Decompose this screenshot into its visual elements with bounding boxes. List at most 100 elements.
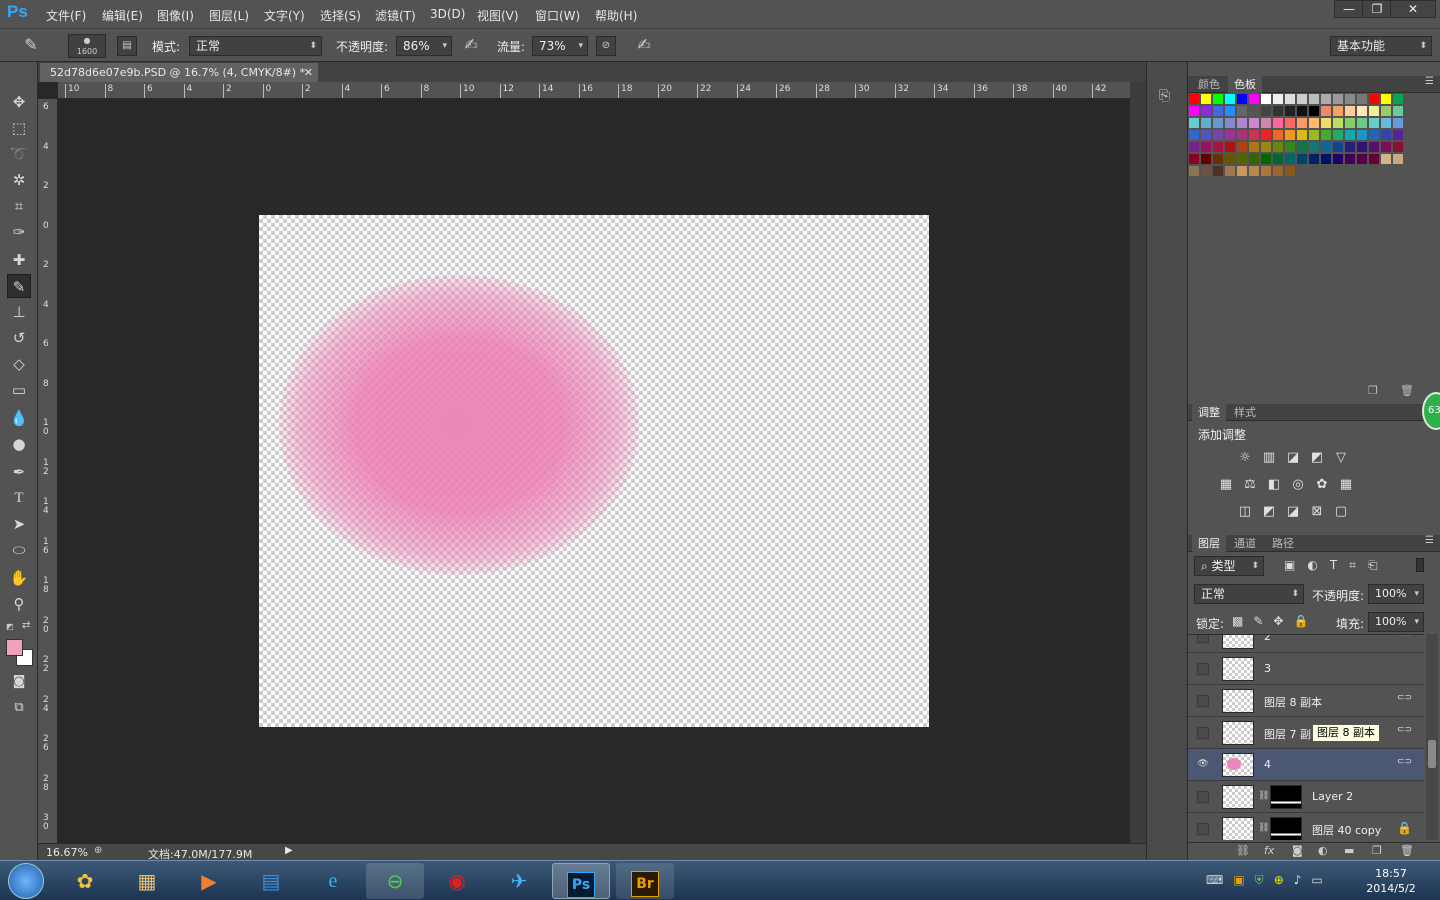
color-swatch[interactable] [1345, 94, 1355, 104]
color-swatch[interactable] [1249, 106, 1259, 116]
color-swatch[interactable] [1309, 94, 1319, 104]
color-swatch[interactable] [1393, 142, 1403, 152]
color-swatch[interactable] [1381, 142, 1391, 152]
clock[interactable]: 18:57 2014/5/2 [1366, 866, 1416, 896]
color-swatch[interactable] [1333, 106, 1343, 116]
color-lookup-icon[interactable]: ▦ [1337, 477, 1355, 493]
layer-name[interactable]: 图层 40 copy [1312, 822, 1381, 838]
layer-style-icon[interactable]: fx [1264, 844, 1274, 857]
tray-plus-icon[interactable]: ⊕ [1274, 873, 1294, 887]
color-swatch[interactable] [1285, 142, 1295, 152]
path-selection-icon[interactable]: ➤ [7, 512, 31, 536]
tab-channels[interactable]: 通道 [1228, 535, 1262, 552]
color-swatch[interactable] [1321, 118, 1331, 128]
lock-icons[interactable]: ▩✎✥🔒 [1232, 614, 1318, 628]
color-swatch[interactable] [1237, 130, 1247, 140]
layer-name[interactable]: 3 [1264, 662, 1271, 675]
color-swatch[interactable] [1369, 154, 1379, 164]
layer-row[interactable]: ⛓ 图层 40 copy 🔒 [1188, 813, 1424, 840]
layer-row[interactable]: 👁 4 ⊂⊃ [1188, 749, 1424, 781]
visibility-toggle[interactable] [1197, 823, 1209, 835]
curves-icon[interactable]: ◪ [1284, 450, 1302, 466]
taskbar-photoshop[interactable]: Ps [552, 863, 610, 899]
lasso-tool-icon[interactable]: ➰ [7, 142, 31, 166]
layer-name[interactable]: Layer 2 [1312, 790, 1353, 803]
color-swatch[interactable] [1345, 118, 1355, 128]
color-swatch[interactable] [1357, 106, 1367, 116]
color-swatch[interactable] [1201, 118, 1211, 128]
pressure-size-icon[interactable]: ✍ [633, 35, 655, 55]
layer-row[interactable]: 3 [1188, 653, 1424, 685]
color-swatch[interactable] [1381, 154, 1391, 164]
menu-item-10[interactable]: 帮助(H) [595, 7, 637, 24]
color-swatch[interactable] [1369, 94, 1379, 104]
blur-tool-icon[interactable]: 💧 [7, 406, 31, 430]
color-swatch[interactable] [1261, 94, 1271, 104]
layer-name[interactable]: 2 [1264, 635, 1271, 643]
chevron-down-icon[interactable]: ▾ [1414, 585, 1419, 603]
color-swatch[interactable] [1333, 130, 1343, 140]
pressure-opacity-icon[interactable]: ✍ [460, 35, 482, 55]
color-swatch[interactable] [1381, 130, 1391, 140]
color-swatch[interactable] [1237, 154, 1247, 164]
layer-mask-thumbnail[interactable] [1270, 817, 1302, 840]
workspace-select[interactable]: 基本功能 ⬍ [1330, 36, 1432, 56]
taskbar-bridge[interactable]: Br [616, 863, 674, 899]
selective-color-icon[interactable]: ⊠ [1308, 504, 1326, 520]
menu-item-9[interactable]: 窗口(W) [535, 7, 580, 24]
menu-item-1[interactable]: 编辑(E) [102, 7, 143, 24]
color-swatch[interactable] [1285, 106, 1295, 116]
color-swatch[interactable] [1213, 130, 1223, 140]
posterize-icon[interactable]: ◩ [1260, 504, 1278, 520]
color-swatch[interactable] [1249, 154, 1259, 164]
filter-smart-icon[interactable]: ⎗ [1368, 558, 1390, 572]
color-swatch[interactable] [1201, 142, 1211, 152]
ellipse-tool-icon[interactable]: ⬭ [7, 538, 31, 562]
document-canvas[interactable] [259, 215, 929, 727]
color-swatch[interactable] [1237, 118, 1247, 128]
color-swatch[interactable] [1393, 106, 1403, 116]
color-swatch[interactable] [1189, 94, 1199, 104]
color-swatch[interactable] [1249, 130, 1259, 140]
new-group-icon[interactable]: ▬ [1344, 844, 1354, 857]
color-swatch[interactable] [1381, 106, 1391, 116]
color-swatch[interactable] [1321, 142, 1331, 152]
fill-input[interactable]: 100% ▾ [1368, 612, 1424, 632]
magic-wand-icon[interactable]: ✲ [7, 168, 31, 192]
color-swatch[interactable] [1381, 118, 1391, 128]
color-swatch[interactable] [1297, 130, 1307, 140]
visibility-toggle[interactable] [1197, 727, 1209, 739]
mode-select[interactable]: 正常 ⬍ [189, 36, 322, 56]
layer-mask-thumbnail[interactable] [1270, 785, 1302, 809]
close-tab-icon[interactable]: ✕ [304, 63, 313, 82]
gradient-map-icon[interactable]: ▢ [1332, 504, 1350, 520]
tab-styles[interactable]: 样式 [1228, 404, 1262, 421]
color-swatch[interactable] [1321, 94, 1331, 104]
color-swatch[interactable] [1213, 142, 1223, 152]
taskbar-green-app-icon[interactable]: ⊖ [366, 863, 424, 899]
color-swatch[interactable] [1201, 94, 1211, 104]
hand-tool-icon[interactable]: ✋ [7, 566, 31, 590]
color-swatch[interactable] [1309, 142, 1319, 152]
color-swatch[interactable] [1285, 154, 1295, 164]
filter-shape-icon[interactable]: ⌗ [1349, 558, 1368, 572]
filter-adjust-icon[interactable]: ◐ [1307, 558, 1329, 572]
layer-name[interactable]: 4 [1264, 758, 1271, 771]
color-swatch[interactable] [1249, 94, 1259, 104]
color-swatch[interactable] [1213, 154, 1223, 164]
layer-filter-select[interactable]: ⌕ 类型 ⬍ [1194, 556, 1264, 576]
color-swatch[interactable] [1273, 118, 1283, 128]
color-swatch[interactable] [1321, 106, 1331, 116]
color-swatch[interactable] [1189, 106, 1199, 116]
exposure-icon[interactable]: ◩ [1308, 450, 1326, 466]
airbrush-icon[interactable]: ⊘ [596, 36, 616, 56]
type-tool-icon[interactable]: T [7, 486, 31, 510]
delete-layer-icon[interactable]: 🗑 [1400, 844, 1414, 857]
lock-pixels-icon[interactable]: ✎ [1253, 614, 1273, 628]
color-swatch[interactable] [1201, 130, 1211, 140]
color-swatch[interactable] [1261, 166, 1271, 176]
taskbar-app-icon[interactable]: ✿ [56, 863, 114, 899]
color-swatch[interactable] [1273, 142, 1283, 152]
color-swatch[interactable] [1273, 106, 1283, 116]
tab-swatches[interactable]: 色板 [1228, 76, 1262, 93]
